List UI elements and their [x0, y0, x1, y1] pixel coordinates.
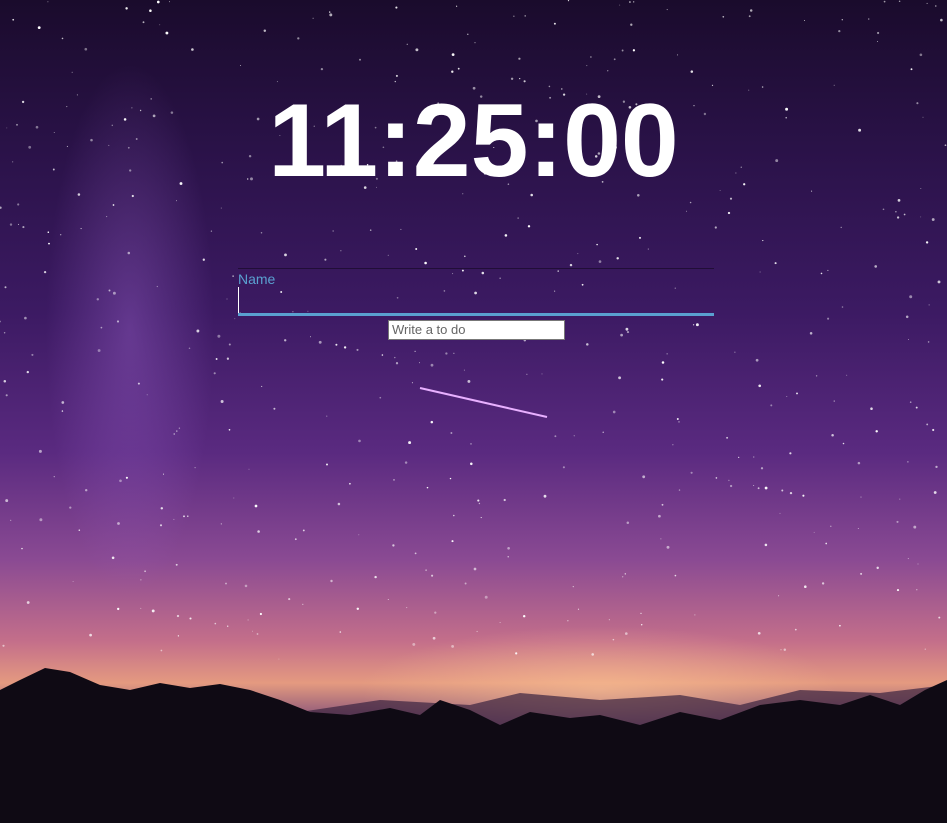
name-field[interactable]: Name [238, 268, 715, 316]
clock-display: 11:25:00 [268, 83, 679, 199]
name-input[interactable] [238, 287, 715, 313]
todo-field[interactable]: Write a to do [388, 320, 565, 340]
name-label: Name [238, 271, 276, 287]
todo-input[interactable] [388, 320, 565, 340]
